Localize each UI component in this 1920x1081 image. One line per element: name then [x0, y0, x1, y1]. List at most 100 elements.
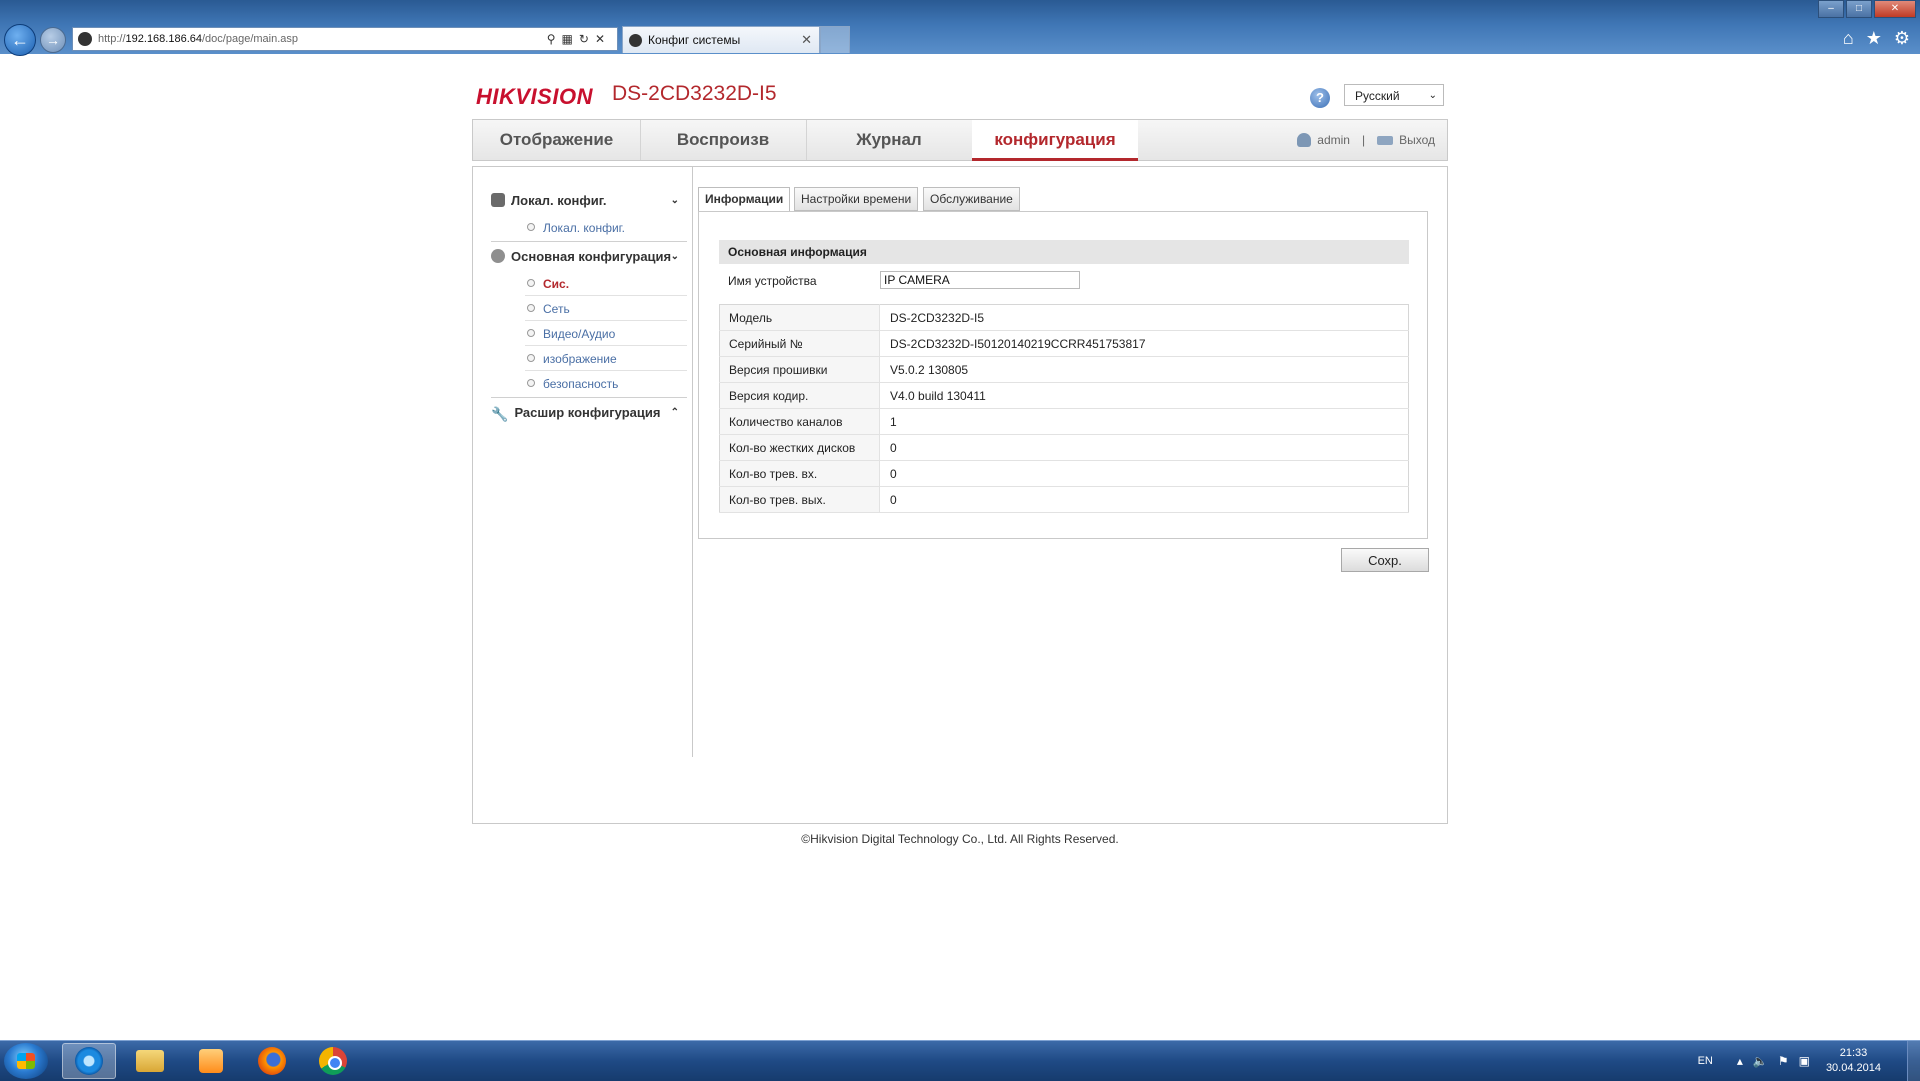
chevron-up-icon: ⌃: [670, 407, 679, 418]
clock[interactable]: 21:33 30.04.2014: [1826, 1046, 1881, 1076]
sidebar-item-label: Локал. конфиг.: [543, 221, 625, 235]
language-select[interactable]: Русский ⌄: [1344, 84, 1444, 106]
info-key: Кол-во трев. вых.: [719, 486, 880, 513]
sidebar-item-video-audio[interactable]: Видео/Аудио: [525, 322, 687, 346]
sidebar-item-local-config[interactable]: Локал. конфиг.: [525, 216, 687, 240]
input-language[interactable]: EN: [1698, 1055, 1713, 1067]
sidebar-item-system[interactable]: Сис.: [525, 272, 687, 296]
info-value: 0: [879, 486, 1409, 513]
media-player-icon[interactable]: [184, 1043, 238, 1079]
username: admin: [1317, 133, 1350, 147]
tab-log[interactable]: Журнал: [806, 120, 973, 160]
sidebar-group-advanced-config[interactable]: 🔧 Расшир конфигурация ⌃: [491, 399, 687, 427]
footer-copyright: ©Hikvision Digital Technology Co., Ltd. …: [801, 832, 1119, 846]
network-icon[interactable]: ▣: [1799, 1054, 1810, 1068]
refresh-icon[interactable]: ↻: [579, 32, 595, 46]
settings-gear-icon[interactable]: ⚙: [1894, 28, 1910, 49]
sidebar-item-network[interactable]: Сеть: [525, 297, 687, 321]
sidebar-item-image[interactable]: изображение: [525, 347, 687, 371]
sidebar-item-label: Сеть: [543, 302, 570, 316]
device-name-field[interactable]: [880, 271, 1080, 289]
device-name-label: Имя устройства: [728, 274, 817, 288]
tab-live-view[interactable]: Отображение: [473, 120, 641, 160]
local-config-icon: [491, 193, 505, 207]
bullet-icon: [527, 354, 535, 362]
sidebar-item-label: Видео/Аудио: [543, 327, 616, 341]
sidebar-item-label: Сис.: [543, 277, 570, 291]
compat-view-icon[interactable]: ▦: [562, 32, 579, 46]
volume-icon[interactable]: 🔈: [1753, 1054, 1768, 1068]
info-value: 0: [879, 460, 1409, 487]
divider: [491, 397, 687, 398]
chrome-icon[interactable]: [306, 1043, 360, 1079]
action-center-flag-icon[interactable]: ⚑: [1778, 1054, 1789, 1068]
show-desktop-button[interactable]: [1907, 1041, 1920, 1081]
firefox-icon[interactable]: [245, 1043, 299, 1079]
search-icon[interactable]: ⚲: [547, 32, 562, 46]
info-value: 1: [879, 408, 1409, 435]
separator: |: [1361, 133, 1366, 147]
logout-link[interactable]: Выход: [1399, 120, 1435, 160]
sidebar-item-label: безопасность: [543, 377, 619, 391]
back-button[interactable]: ←: [4, 24, 36, 56]
stop-icon[interactable]: ✕: [595, 32, 611, 46]
sidebar-group-local-config[interactable]: Локал. конфиг. ⌄: [491, 187, 687, 215]
start-button[interactable]: [4, 1043, 48, 1079]
minimize-icon[interactable]: –: [1818, 0, 1844, 18]
chevron-down-icon: ⌄: [670, 251, 679, 262]
tab-time-settings[interactable]: Настройки времени: [794, 187, 919, 211]
tray-expand-icon[interactable]: ▴: [1737, 1054, 1743, 1068]
sidebar: Локал. конфиг. ⌄ Локал. конфиг. Основная…: [473, 167, 693, 757]
sidebar-group-label: Основная конфигурация: [511, 249, 672, 264]
tab-configuration[interactable]: конфигурация: [972, 120, 1138, 161]
logout-icon[interactable]: [1377, 135, 1394, 145]
tab-playback[interactable]: Воспроизв: [640, 120, 807, 160]
file-explorer-icon[interactable]: [123, 1043, 177, 1079]
info-key: Серийный №: [719, 330, 880, 357]
info-value: V4.0 build 130411: [879, 382, 1409, 409]
table-row: Кол-во трев. вх. 0: [719, 460, 1409, 487]
main-navigation: Отображение Воспроизв Журнал конфигураци…: [472, 119, 1448, 161]
chevron-down-icon: ⌄: [1428, 90, 1437, 101]
tab-maintenance[interactable]: Обслуживание: [923, 187, 1020, 211]
maximize-icon[interactable]: □: [1846, 0, 1872, 18]
section-title: Основная информация: [719, 240, 1409, 264]
system-tray: EN ▴ 🔈 ⚑ ▣ 21:33 30.04.2014: [1698, 1041, 1920, 1081]
forward-button[interactable]: →: [40, 27, 66, 53]
internet-explorer-icon[interactable]: [62, 1043, 116, 1079]
page-header: HIKVISION DS-2CD3232D-I5 ? Русский ⌄: [472, 80, 1448, 116]
favorites-star-icon[interactable]: ★: [1866, 28, 1882, 49]
taskbar: EN ▴ 🔈 ⚑ ▣ 21:33 30.04.2014: [0, 1040, 1920, 1081]
browser-toolbar-right: ⌂ ★ ⚙: [1843, 28, 1910, 49]
basic-config-icon: [491, 249, 505, 263]
back-arrow-icon: ←: [11, 29, 29, 50]
user-area: admin | Выход: [1297, 120, 1435, 160]
save-button[interactable]: Сохр.: [1341, 548, 1429, 572]
chevron-down-icon: ⌄: [670, 195, 679, 206]
close-window-icon[interactable]: ✕: [1874, 0, 1916, 18]
url-path: /doc/page/main.asp: [202, 33, 299, 45]
tab-title: Конфиг системы: [648, 33, 741, 47]
info-key: Версия прошивки: [719, 356, 880, 383]
bullet-icon: [527, 304, 535, 312]
help-icon[interactable]: ?: [1310, 88, 1330, 108]
tab-information[interactable]: Информации: [698, 187, 791, 212]
table-row: Версия кодир. V4.0 build 130411: [719, 382, 1409, 409]
user-icon: [1297, 133, 1312, 147]
forward-arrow-icon: →: [46, 32, 60, 48]
address-bar[interactable]: http://192.168.186.64/doc/page/main.asp …: [72, 27, 618, 51]
table-row: Кол-во жестких дисков 0: [719, 434, 1409, 461]
browser-tab[interactable]: Конфиг системы ✕: [622, 26, 820, 53]
info-key: Модель: [719, 304, 880, 331]
info-key: Кол-во жестких дисков: [719, 434, 880, 461]
home-icon[interactable]: ⌂: [1843, 28, 1854, 49]
new-tab-button[interactable]: [820, 26, 850, 53]
clock-date: 30.04.2014: [1825, 1062, 1881, 1074]
sidebar-item-security[interactable]: безопасность: [525, 372, 687, 396]
table-row: Модель DS-2CD3232D-I5: [719, 304, 1409, 331]
tab-close-icon[interactable]: ✕: [801, 32, 812, 48]
sidebar-group-basic-config[interactable]: Основная конфигурация ⌄: [491, 243, 687, 271]
divider: [491, 241, 687, 242]
bullet-icon: [527, 279, 535, 287]
browser-chrome: ← → http://192.168.186.64/doc/page/main.…: [0, 0, 1920, 56]
